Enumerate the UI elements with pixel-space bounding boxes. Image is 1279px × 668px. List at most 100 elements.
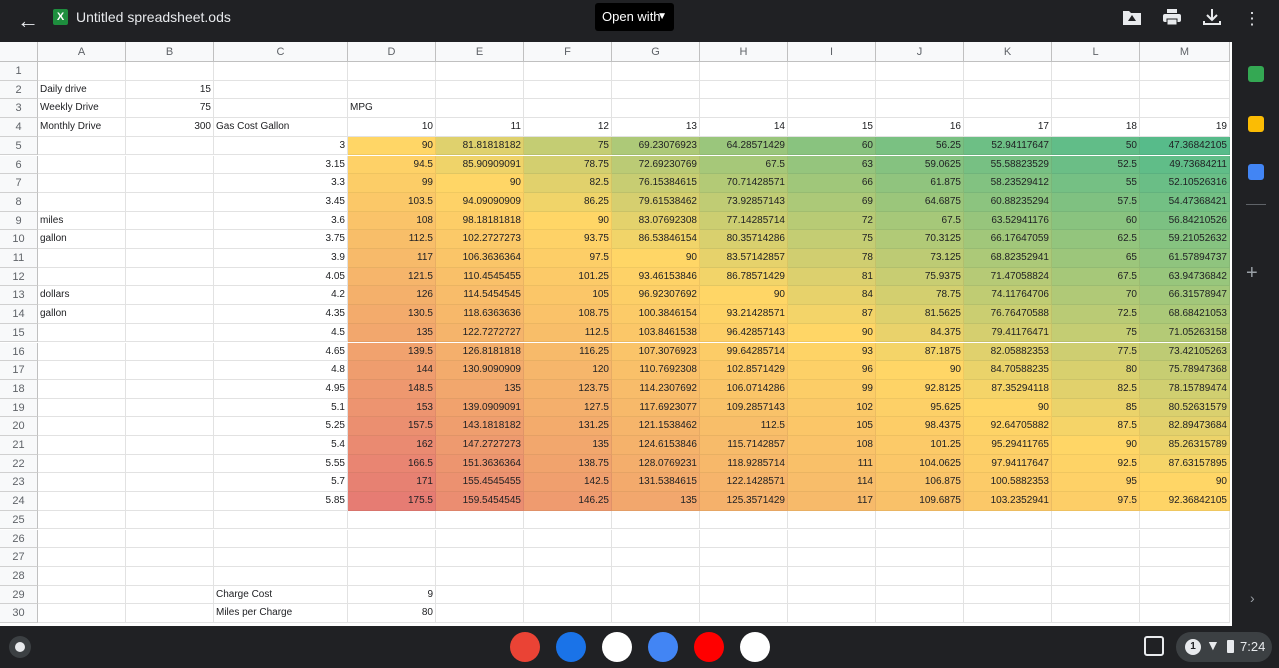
shelf-app-youtube-icon[interactable] [694,632,724,662]
cell-f6[interactable]: 78.75 [524,155,612,175]
cell-e19[interactable]: 139.0909091 [436,398,524,418]
cell-d4[interactable]: 10 [348,118,436,137]
row-header-1[interactable]: 1 [0,62,38,81]
cell-j28[interactable] [876,566,964,586]
cell-j4[interactable]: 16 [876,118,964,137]
cell-g8[interactable]: 79.61538462 [612,192,700,212]
cell-l30[interactable] [1052,604,1140,623]
cell-g11[interactable]: 90 [612,249,700,268]
add-addon-icon[interactable]: + [1246,262,1258,285]
cell-a4[interactable]: Monthly Drive [38,118,126,137]
cell-g1[interactable] [612,62,700,81]
cell-d23[interactable]: 171 [348,473,436,493]
cell-f2[interactable] [524,80,612,100]
cell-m13[interactable]: 66.31578947 [1140,286,1230,306]
cell-l22[interactable]: 92.5 [1052,454,1140,474]
cell-m16[interactable]: 73.42105263 [1140,342,1230,362]
row-header-11[interactable]: 11 [0,249,38,268]
cell-i22[interactable]: 111 [788,454,876,474]
cell-l18[interactable]: 82.5 [1052,379,1140,399]
cell-h28[interactable] [700,566,788,586]
cell-b14[interactable] [126,305,214,324]
cell-l5[interactable]: 50 [1052,136,1140,156]
cell-g27[interactable] [612,548,700,567]
cell-d15[interactable]: 135 [348,323,436,343]
cell-i9[interactable]: 72 [788,211,876,231]
cell-j1[interactable] [876,62,964,81]
cell-a29[interactable] [38,585,126,605]
cell-i27[interactable] [788,548,876,567]
cell-d26[interactable] [348,529,436,549]
cell-i23[interactable]: 114 [788,473,876,493]
cell-e24[interactable]: 159.5454545 [436,492,524,511]
cell-f13[interactable]: 105 [524,286,612,306]
cell-c10[interactable]: 3.75 [214,230,348,249]
cell-k4[interactable]: 17 [964,118,1052,137]
cell-a17[interactable] [38,361,126,380]
cell-i21[interactable]: 108 [788,436,876,455]
cell-h19[interactable]: 109.2857143 [700,398,788,418]
cell-b21[interactable] [126,436,214,455]
cell-m2[interactable] [1140,80,1230,100]
cell-e11[interactable]: 106.3636364 [436,249,524,268]
tasks-addon-icon[interactable] [1248,164,1264,180]
cell-h26[interactable] [700,529,788,549]
cell-g18[interactable]: 114.2307692 [612,379,700,399]
cell-g16[interactable]: 107.3076923 [612,342,700,362]
cell-b1[interactable] [126,62,214,81]
cell-a27[interactable] [38,548,126,567]
shelf-app-docs-icon[interactable] [648,632,678,662]
cell-i17[interactable]: 96 [788,361,876,380]
cell-j11[interactable]: 73.125 [876,249,964,268]
cell-g30[interactable] [612,604,700,623]
cell-f15[interactable]: 112.5 [524,323,612,343]
cell-f28[interactable] [524,566,612,586]
cell-m1[interactable] [1140,62,1230,81]
spreadsheet-grid[interactable]: A B C D E F G H I J K L M 1 2 3 4 5 6 7 8 9 10 11 12 13 14 15 16 17 18… [0,42,1232,626]
cell-b11[interactable] [126,249,214,268]
cell-i5[interactable]: 60 [788,136,876,156]
row-header-2[interactable]: 2 [0,80,38,100]
cell-l25[interactable] [1052,510,1140,530]
cell-m9[interactable]: 56.84210526 [1140,211,1230,231]
cell-k9[interactable]: 63.52941176 [964,211,1052,231]
cell-a2[interactable]: Daily drive [38,80,126,100]
cell-l26[interactable] [1052,529,1140,549]
cell-b20[interactable] [126,417,214,436]
cell-e10[interactable]: 102.2727273 [436,230,524,249]
cell-j10[interactable]: 70.3125 [876,230,964,249]
cell-a26[interactable] [38,529,126,549]
cell-m23[interactable]: 90 [1140,473,1230,493]
row-header-4[interactable]: 4 [0,118,38,137]
cell-a10[interactable]: gallon [38,230,126,249]
cell-k3[interactable] [964,99,1052,119]
cell-d13[interactable]: 126 [348,286,436,306]
cell-k13[interactable]: 74.11764706 [964,286,1052,306]
cell-m6[interactable]: 49.73684211 [1140,155,1230,175]
cell-g29[interactable] [612,585,700,605]
cell-d30[interactable]: 80 [348,604,436,623]
cell-f24[interactable]: 146.25 [524,492,612,511]
shelf-app-gmail-icon[interactable] [602,632,632,662]
cell-k29[interactable] [964,585,1052,605]
cell-j17[interactable]: 90 [876,361,964,380]
cell-m22[interactable]: 87.63157895 [1140,454,1230,474]
cell-l11[interactable]: 65 [1052,249,1140,268]
cell-l29[interactable] [1052,585,1140,605]
cell-a28[interactable] [38,566,126,586]
cell-m10[interactable]: 59.21052632 [1140,230,1230,249]
cell-l10[interactable]: 62.5 [1052,230,1140,249]
cell-f14[interactable]: 108.75 [524,305,612,324]
cell-k2[interactable] [964,80,1052,100]
cell-f27[interactable] [524,548,612,567]
cell-g17[interactable]: 110.7692308 [612,361,700,380]
cell-i18[interactable]: 99 [788,379,876,399]
cell-j18[interactable]: 92.8125 [876,379,964,399]
cell-a15[interactable] [38,323,126,343]
cell-k28[interactable] [964,566,1052,586]
cell-a30[interactable] [38,604,126,623]
cell-m5[interactable]: 47.36842105 [1140,136,1230,156]
cell-c5[interactable]: 3 [214,136,348,156]
cell-e27[interactable] [436,548,524,567]
cell-j15[interactable]: 84.375 [876,323,964,343]
